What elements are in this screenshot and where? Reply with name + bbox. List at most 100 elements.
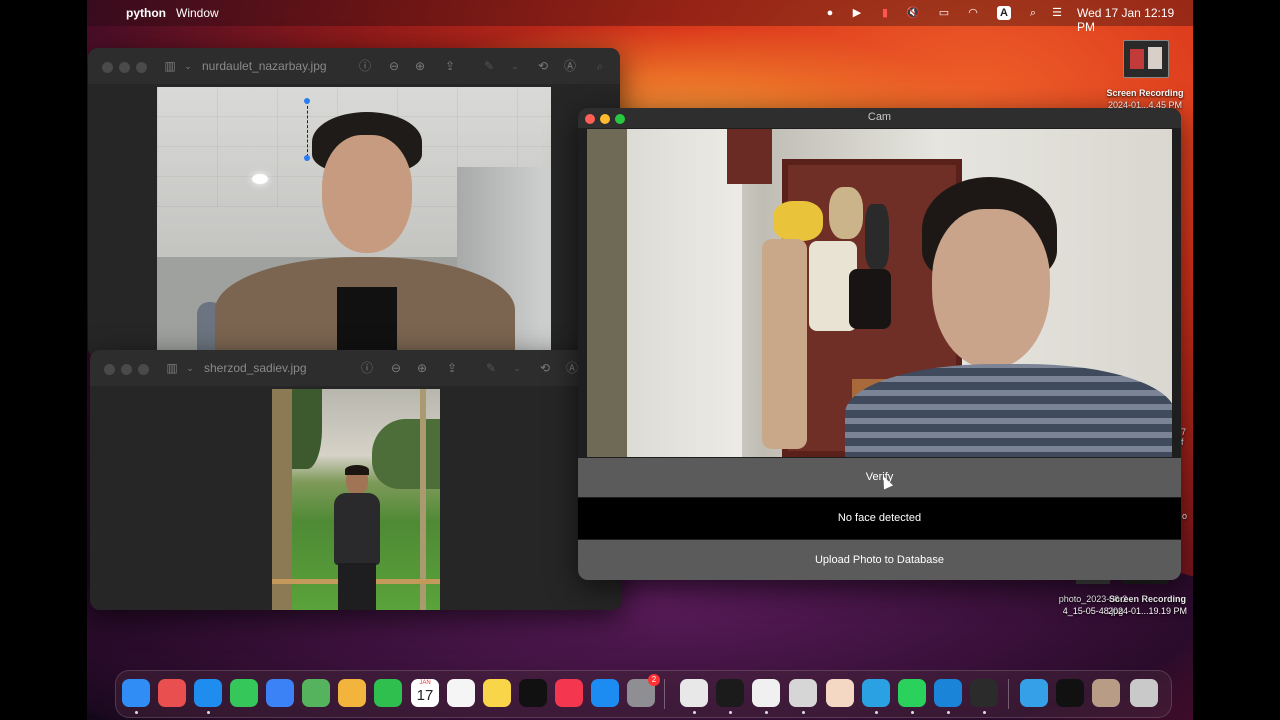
preview-image xyxy=(272,389,440,610)
desktop-file-screen-recording-1[interactable]: Screen Recording 2024-01...4.45 PM xyxy=(1095,40,1195,110)
chevron-down-icon[interactable]: ⌄ xyxy=(507,58,523,74)
facetime-icon[interactable] xyxy=(374,679,402,707)
whatsapp-icon[interactable] xyxy=(898,679,926,707)
control-center-icon[interactable]: ☰ xyxy=(1050,6,1064,20)
input-source-icon[interactable]: A xyxy=(997,6,1011,20)
play-icon[interactable]: ▶ xyxy=(850,6,864,20)
desktop-label-fragment: f xyxy=(1181,437,1184,447)
recent-photo-icon[interactable] xyxy=(1092,679,1120,707)
dock: JAN 17 2 xyxy=(115,670,1172,718)
safari-icon[interactable] xyxy=(194,679,222,707)
textedit-icon[interactable] xyxy=(752,679,780,707)
running-indicator xyxy=(802,711,805,714)
running-indicator xyxy=(875,711,878,714)
window-menu[interactable]: Window xyxy=(176,6,219,20)
chevron-down-icon[interactable]: ⌄ xyxy=(509,360,525,376)
markup-pen-icon[interactable]: ✎ xyxy=(481,58,497,74)
running-indicator xyxy=(693,711,696,714)
markup-pen-icon[interactable]: ✎ xyxy=(483,360,499,376)
info-icon[interactable]: ⓘ xyxy=(357,58,373,74)
trash-icon[interactable] xyxy=(1130,679,1158,707)
notes-icon[interactable] xyxy=(483,679,511,707)
zoom-in-icon[interactable]: ⊕ xyxy=(414,360,430,376)
window-title: sherzod_sadiev.jpg xyxy=(204,361,307,375)
minimize-button[interactable] xyxy=(121,364,132,375)
preview-image xyxy=(157,87,551,358)
maps-icon[interactable] xyxy=(302,679,330,707)
wifi-icon[interactable]: ◠ xyxy=(966,6,980,20)
menu-bar: python Window ● ▶ ▮ 🔇 ▭ ◠ A ⌕ ☰ Wed 17 J… xyxy=(87,0,1193,34)
recent-window-icon[interactable] xyxy=(1056,679,1084,707)
preview-window-nurdaulet[interactable]: ▥ ⌄ nurdaulet_nazarbay.jpg ⓘ ⊖ ⊕ ⇪ ✎ ⌄ ⟲… xyxy=(88,48,620,358)
rotate-icon[interactable]: ⟲ xyxy=(537,360,553,376)
running-indicator xyxy=(983,711,986,714)
file-thumbnail xyxy=(1123,40,1169,78)
zoom-button[interactable] xyxy=(136,62,147,73)
clock[interactable]: Wed 17 Jan 12:19 PM xyxy=(1077,6,1193,34)
finder-icon[interactable] xyxy=(122,679,150,707)
sidebar-toggle-icon[interactable]: ▥ xyxy=(164,360,180,376)
vscode-icon[interactable] xyxy=(934,679,962,707)
photos-icon[interactable] xyxy=(338,679,366,707)
python-launcher-icon[interactable] xyxy=(970,679,998,707)
r-app-icon[interactable] xyxy=(826,679,854,707)
preview-titlebar[interactable]: ▥ ⌄ nurdaulet_nazarbay.jpg ⓘ ⊖ ⊕ ⇪ ✎ ⌄ ⟲… xyxy=(88,48,620,84)
camera-feed xyxy=(587,129,1172,457)
info-icon[interactable]: ⓘ xyxy=(359,360,375,376)
close-button[interactable] xyxy=(104,364,115,375)
zoom-in-icon[interactable]: ⊕ xyxy=(412,58,428,74)
desktop-file-screen-recording-2[interactable]: Screen Recording 2024-01...19.19 PM xyxy=(1100,578,1195,618)
close-button[interactable] xyxy=(102,62,113,73)
record-icon[interactable]: ● xyxy=(823,6,837,20)
downloads-folder-icon[interactable] xyxy=(1020,679,1048,707)
app-store-icon[interactable] xyxy=(591,679,619,707)
mail-icon[interactable] xyxy=(266,679,294,707)
cam-window[interactable]: Cam Verify No face detected Upload Photo… xyxy=(578,108,1181,580)
file-subtitle: 2024-01...19.19 PM xyxy=(1107,606,1188,616)
battery-icon[interactable]: ▭ xyxy=(934,6,954,20)
window-controls xyxy=(104,364,155,378)
preview-window-sherzod[interactable]: ▥ ⌄ sherzod_sadiev.jpg ⓘ ⊖ ⊕ ⇪ ✎ ⌄ ⟲ Ⓐ xyxy=(90,350,622,610)
upload-photo-button[interactable]: Upload Photo to Database xyxy=(578,540,1181,580)
notification-badge: 2 xyxy=(648,674,660,686)
messages-icon[interactable] xyxy=(230,679,258,707)
share-icon[interactable]: ⇪ xyxy=(442,58,458,74)
apple-tv-icon[interactable] xyxy=(519,679,547,707)
markup-icon[interactable]: Ⓐ xyxy=(562,58,578,74)
cpu-monitor-icon[interactable]: ▮ xyxy=(878,6,892,20)
launchpad-icon[interactable] xyxy=(158,679,186,707)
mute-icon[interactable]: 🔇 xyxy=(906,6,920,20)
sidebar-toggle-icon[interactable]: ▥ xyxy=(162,58,178,74)
chevron-down-icon[interactable]: ⌄ xyxy=(180,58,196,74)
search-icon[interactable]: ⌕ xyxy=(1026,6,1040,20)
minimize-button[interactable] xyxy=(119,62,130,73)
running-indicator xyxy=(911,711,914,714)
running-indicator xyxy=(135,711,138,714)
zoom-button[interactable] xyxy=(138,364,149,375)
reminders-icon[interactable] xyxy=(447,679,475,707)
terminal-icon[interactable] xyxy=(716,679,744,707)
file-title: Screen Recording xyxy=(1108,594,1187,604)
preview-icon[interactable] xyxy=(789,679,817,707)
app-menu[interactable]: python xyxy=(126,6,166,20)
preview-titlebar[interactable]: ▥ ⌄ sherzod_sadiev.jpg ⓘ ⊖ ⊕ ⇪ ✎ ⌄ ⟲ Ⓐ xyxy=(90,350,622,386)
cam-titlebar[interactable]: Cam xyxy=(578,108,1181,128)
window-title: nurdaulet_nazarbay.jpg xyxy=(202,59,327,73)
status-label: No face detected xyxy=(578,498,1181,539)
system-settings-icon[interactable]: 2 xyxy=(627,674,660,707)
music-icon[interactable] xyxy=(555,679,583,707)
share-icon[interactable]: ⇪ xyxy=(444,360,460,376)
window-controls xyxy=(102,62,153,76)
file-title: Screen Recording xyxy=(1106,88,1184,98)
rotate-icon[interactable]: ⟲ xyxy=(535,58,551,74)
calendar-day: 17 xyxy=(416,687,434,704)
chevron-down-icon[interactable]: ⌄ xyxy=(182,360,198,376)
zoom-out-icon[interactable]: ⊖ xyxy=(388,360,404,376)
zoom-out-icon[interactable]: ⊖ xyxy=(386,58,402,74)
telegram-icon[interactable] xyxy=(862,679,890,707)
calendar-icon[interactable]: JAN 17 xyxy=(411,679,439,707)
chrome-icon[interactable] xyxy=(680,679,708,707)
desktop-label-fragment: 7 xyxy=(1181,427,1187,437)
running-indicator xyxy=(729,711,732,714)
search-icon[interactable]: ⌕ xyxy=(592,58,608,74)
